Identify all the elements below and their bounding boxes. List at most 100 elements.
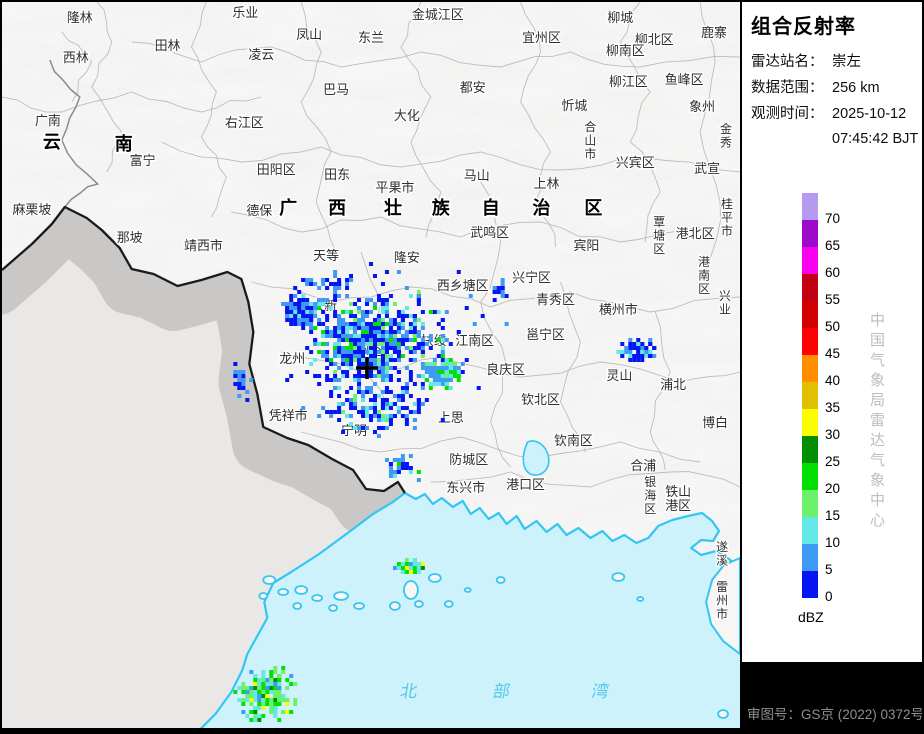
echo-pixel <box>408 466 413 470</box>
echo-pixel <box>408 570 413 574</box>
map-label: 平果市 <box>376 180 415 195</box>
echo-pixel <box>384 298 389 302</box>
echo-pixel <box>357 326 362 330</box>
echo-pixel <box>333 342 338 346</box>
echo-pixel <box>636 346 641 350</box>
echo-pixel <box>412 338 417 342</box>
echo-pixel <box>337 314 342 318</box>
echo-pixel <box>309 282 314 286</box>
echo-pixel <box>628 358 633 362</box>
echo-pixel <box>305 370 310 374</box>
echo-pixel <box>400 454 405 458</box>
island <box>389 601 401 611</box>
province-name-char: 壮 <box>384 197 402 218</box>
echo-pixel <box>353 398 358 402</box>
echo-pixel <box>428 366 433 370</box>
map-label-vertical: 合 <box>584 119 596 134</box>
echo-pixel <box>628 346 633 350</box>
echo-pixel <box>388 334 393 338</box>
map-label-vertical: 市 <box>721 223 733 238</box>
echo-pixel <box>628 338 633 342</box>
echo-pixel <box>365 330 370 334</box>
echo-pixel <box>337 386 342 390</box>
map-label-vertical: 南 <box>698 267 710 282</box>
echo-pixel <box>412 562 417 566</box>
echo-pixel <box>333 346 338 350</box>
echo-pixel <box>353 350 358 354</box>
echo-pixel <box>440 378 445 382</box>
island <box>262 575 277 585</box>
echo-pixel <box>297 302 302 306</box>
province-name-char: 族 <box>432 197 451 218</box>
echo-pixel <box>289 298 294 302</box>
echo-pixel <box>500 282 505 286</box>
echo-pixel <box>301 294 306 298</box>
echo-pixel <box>241 374 246 378</box>
echo-pixel <box>380 370 385 374</box>
echo-pixel <box>365 350 370 354</box>
echo-pixel <box>369 346 373 350</box>
echo-pixel <box>504 322 509 326</box>
map-label: 港口区 <box>506 477 545 492</box>
echo-pixel <box>253 678 258 682</box>
echo-pixel <box>388 462 393 466</box>
echo-pixel <box>396 342 401 346</box>
echo-pixel <box>293 310 298 314</box>
echo-pixel <box>428 374 433 378</box>
echo-pixel <box>285 310 290 314</box>
echo-pixel <box>376 326 381 330</box>
map-label: 龙州 <box>279 351 305 366</box>
echo-pixel <box>388 294 393 298</box>
echo-pixel <box>404 306 409 310</box>
echo-pixel <box>380 374 385 378</box>
legend-swatch <box>802 220 818 247</box>
echo-pixel <box>636 358 641 362</box>
map-label: 武宣 <box>694 161 720 176</box>
echo-pixel <box>289 318 294 322</box>
echo-pixel <box>420 354 425 358</box>
echo-pixel <box>444 362 449 366</box>
map-label-vertical: 兴 <box>719 289 731 303</box>
echo-pixel <box>337 402 342 406</box>
echo-pixel <box>317 302 322 306</box>
echo-pixel <box>361 390 366 394</box>
echo-pixel <box>416 330 421 334</box>
station-cross-v <box>365 357 369 379</box>
echo-pixel <box>269 674 274 678</box>
echo-pixel <box>257 714 262 718</box>
echo-pixel <box>253 694 258 698</box>
map-label: 麻栗坡 <box>12 202 51 217</box>
echo-pixel <box>269 702 274 706</box>
echo-pixel <box>329 414 334 418</box>
echo-pixel <box>424 370 429 374</box>
echo-pixel <box>416 402 421 406</box>
map-label: 宾阳 <box>573 238 599 253</box>
echo-pixel <box>337 406 342 410</box>
echo-pixel <box>333 386 338 390</box>
echo-pixel <box>237 370 242 374</box>
legend-tick: 20 <box>825 481 841 496</box>
info-panel: 组合反射率 雷达站名： 崇左 数据范围： 256 km 观测时间： 2025-10-12 … <box>740 2 922 732</box>
echo-pixel <box>357 410 362 414</box>
echo-pixel <box>404 338 409 342</box>
echo-pixel <box>384 346 389 350</box>
echo-pixel <box>632 346 637 350</box>
echo-pixel <box>337 378 342 382</box>
map-label: 铁山 <box>665 484 691 499</box>
echo-pixel <box>640 342 645 346</box>
echo-pixel <box>644 346 649 350</box>
echo-pixel <box>476 386 481 390</box>
map-label: 凭祥市 <box>269 408 308 423</box>
echo-pixel <box>400 462 405 466</box>
echo-pixel <box>305 306 310 310</box>
echo-pixel <box>241 702 246 706</box>
echo-pixel <box>293 698 298 702</box>
echo-pixel <box>492 298 497 302</box>
map-label: 柳江区 <box>609 74 648 89</box>
echo-pixel <box>416 374 421 378</box>
echo-pixel <box>636 354 641 358</box>
echo-pixel <box>440 318 445 322</box>
echo-pixel <box>345 358 350 362</box>
echo-pixel <box>408 562 413 566</box>
echo-pixel <box>341 334 346 338</box>
